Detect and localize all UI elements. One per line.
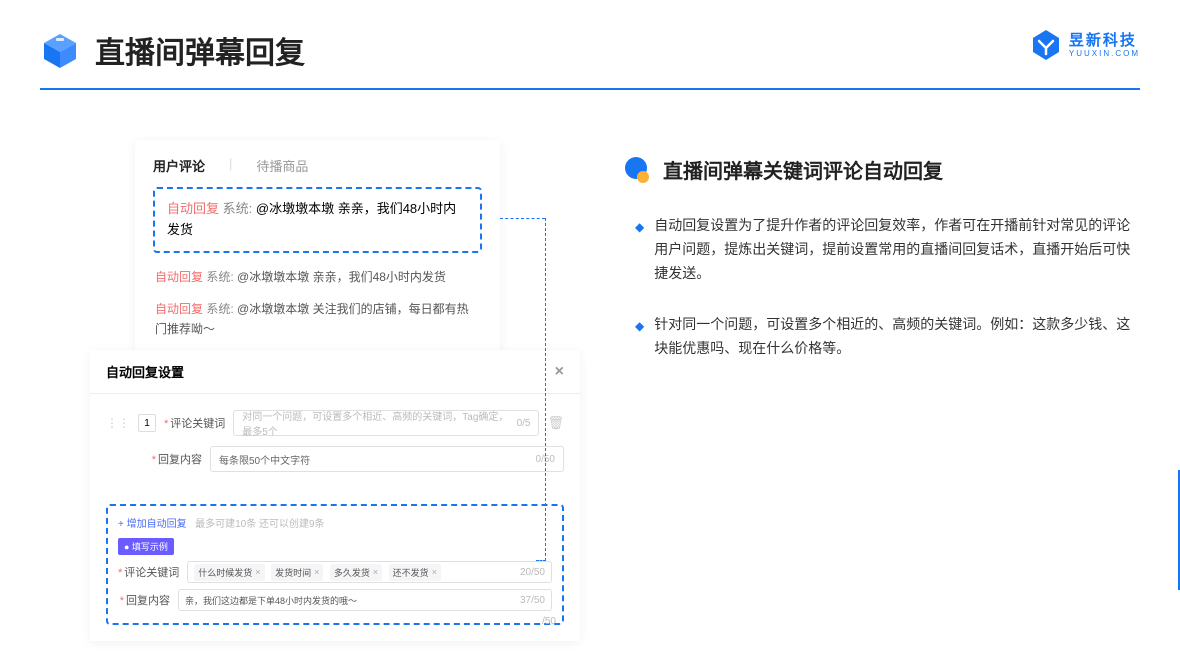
- settings-title: 自动回复设置: [106, 362, 184, 381]
- tab-separator: |: [229, 156, 232, 175]
- example-badge: ● 填写示例: [118, 538, 174, 555]
- ex-keyword-input[interactable]: 什么时候发货× 发货时间× 多久发货× 还不发货× 20/50: [187, 561, 552, 583]
- auto-reply-tag: 自动回复: [155, 270, 203, 284]
- bullet-text-1: 自动回复设置为了提升作者的评论回复效率，作者可在开播前针对常见的评论用户问题，提…: [654, 214, 1140, 285]
- system-label: 系统:: [223, 201, 253, 216]
- cube-icon: [40, 30, 80, 70]
- comments-card: 用户评论 | 待播商品 自动回复 系统: @冰墩墩本墩 亲亲，我们48小时内发货…: [135, 140, 500, 366]
- auto-reply-tag: 自动回复: [155, 302, 203, 316]
- tab-user-comments[interactable]: 用户评论: [153, 156, 205, 175]
- system-label: 系统:: [206, 302, 233, 316]
- row-number: 1: [138, 414, 156, 432]
- drag-handle-icon[interactable]: ⋮⋮: [106, 416, 130, 430]
- connector-line: [545, 218, 546, 561]
- tab-pending-products[interactable]: 待播商品: [256, 156, 308, 175]
- tag-chip[interactable]: 发货时间×: [271, 564, 323, 581]
- highlighted-comment: 自动回复 系统: @冰墩墩本墩 亲亲，我们48小时内发货: [153, 187, 482, 253]
- diamond-bullet-icon: ◆: [635, 316, 644, 336]
- section-title: 直播间弹幕关键词评论自动回复: [663, 155, 943, 184]
- page-title: 直播间弹幕回复: [95, 28, 305, 72]
- comment-line-2: 自动回复 系统: @冰墩墩本墩 关注我们的店铺，每日都有热门推荐呦～: [153, 293, 482, 346]
- brand-logo: 昱新科技 YUUXIN.COM: [1029, 28, 1140, 62]
- bullet-text-2: 针对同一个问题，可设置多个相近的、高频的关键词。例如：这款多少钱、这块能优惠吗、…: [654, 313, 1140, 361]
- content-input[interactable]: 每条限50个中文字符 0/50: [210, 446, 564, 472]
- example-area: + 增加自动回复 最多可建10条 还可以创建9条 ● 填写示例 *评论关键词 什…: [106, 504, 564, 625]
- brand-name-cn: 昱新科技: [1069, 33, 1140, 48]
- connector-line: [536, 560, 546, 561]
- brand-name-en: YUUXIN.COM: [1069, 50, 1140, 58]
- tag-chip[interactable]: 什么时候发货×: [194, 564, 264, 581]
- comment-text: @冰墩墩本墩 关注我们的店铺，每日都有热门推荐呦～: [155, 302, 469, 336]
- comment-text: @冰墩墩本墩 亲亲，我们48小时内发货: [237, 270, 446, 284]
- ex-content-label: *回复内容: [118, 592, 170, 608]
- delete-icon[interactable]: 🗑: [547, 415, 564, 431]
- close-icon[interactable]: ×: [555, 363, 564, 381]
- auto-reply-tag: 自动回复: [167, 201, 219, 216]
- connector-line: [500, 218, 545, 219]
- tag-chip[interactable]: 还不发货×: [389, 564, 441, 581]
- content-label: *回复内容: [146, 451, 202, 467]
- ex-keyword-label: *评论关键词: [118, 564, 179, 580]
- tag-chip[interactable]: 多久发货×: [330, 564, 382, 581]
- keyword-label: *评论关键词: [164, 415, 225, 431]
- add-auto-reply-link[interactable]: + 增加自动回复: [118, 519, 187, 530]
- system-label: 系统:: [206, 270, 233, 284]
- diamond-bullet-icon: ◆: [635, 217, 644, 237]
- section-bullet-icon: [625, 157, 651, 183]
- add-hint: 最多可建10条 还可以创建9条: [195, 519, 324, 530]
- brand-icon: [1029, 28, 1063, 62]
- settings-card: 自动回复设置 × ⋮⋮ 1 *评论关键词 对同一个问题，可设置多个相近、高频的关…: [90, 350, 580, 641]
- outer-counter: /50: [542, 616, 556, 627]
- comment-line-1: 自动回复 系统: @冰墩墩本墩 亲亲，我们48小时内发货: [153, 261, 482, 293]
- ex-content-input[interactable]: 亲，我们这边都是下单48小时内发货的哦～ 37/50: [178, 589, 552, 611]
- keyword-input[interactable]: 对同一个问题，可设置多个相近、高频的关键词，Tag确定，最多5个 0/5: [233, 410, 539, 436]
